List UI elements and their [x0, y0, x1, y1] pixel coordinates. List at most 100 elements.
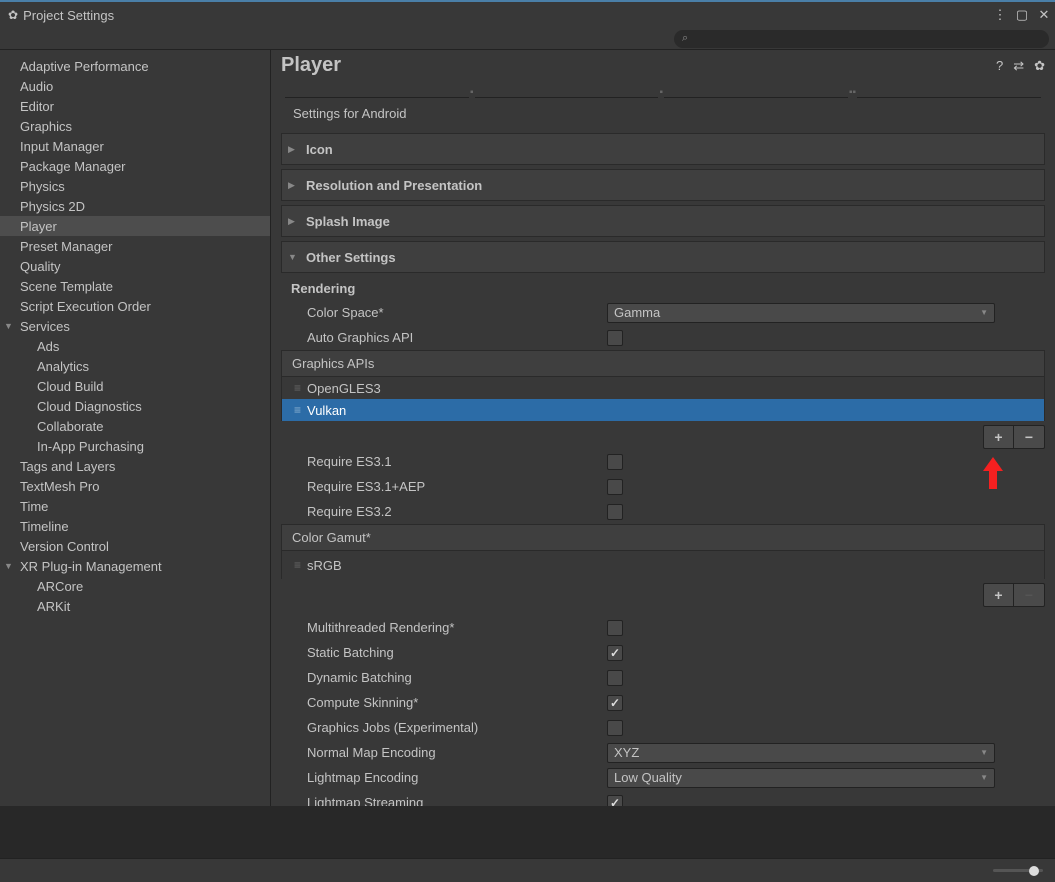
- sidebar-item-label: Quality: [20, 259, 60, 274]
- add-gamut-button[interactable]: +: [984, 584, 1014, 606]
- chevron-down-icon: ▼: [4, 321, 20, 331]
- sidebar-item-quality[interactable]: Quality: [0, 256, 270, 276]
- color-space-label: Color Space*: [307, 305, 607, 320]
- sidebar-item-tags-and-layers[interactable]: Tags and Layers: [0, 456, 270, 476]
- api-label: Vulkan: [307, 403, 346, 418]
- req-es31aep-checkbox[interactable]: [607, 479, 623, 495]
- sidebar-item-services[interactable]: ▼Services: [0, 316, 270, 336]
- color-space-dropdown[interactable]: Gamma ▼: [607, 303, 995, 323]
- req-es31aep-label: Require ES3.1+AEP: [307, 479, 607, 494]
- sidebar-item-script-execution-order[interactable]: Script Execution Order: [0, 296, 270, 316]
- req-es32-checkbox[interactable]: [607, 504, 623, 520]
- settings-icon[interactable]: ✿: [1034, 58, 1045, 74]
- sidebar-item-label: Time: [20, 499, 48, 514]
- annotation-arrow: [983, 457, 1003, 492]
- sidebar-item-cloud-diagnostics[interactable]: Cloud Diagnostics: [0, 396, 270, 416]
- sidebar-item-preset-manager[interactable]: Preset Manager: [0, 236, 270, 256]
- sidebar-item-in-app-purchasing[interactable]: In-App Purchasing: [0, 436, 270, 456]
- rendering-heading: Rendering: [281, 277, 1045, 300]
- console-strip: [0, 806, 1055, 858]
- maximize-icon[interactable]: ▢: [1015, 8, 1029, 22]
- lightmap-enc-dropdown[interactable]: Low Quality ▼: [607, 768, 995, 788]
- gamut-list-item[interactable]: ≡ sRGB: [281, 551, 1045, 579]
- dynamic-batching-checkbox[interactable]: [607, 670, 623, 686]
- sidebar-item-label: Graphics: [20, 119, 72, 134]
- sidebar-item-scene-template[interactable]: Scene Template: [0, 276, 270, 296]
- normal-map-dropdown[interactable]: XYZ ▼: [607, 743, 995, 763]
- zoom-thumb[interactable]: [1029, 866, 1039, 876]
- chevron-down-icon: ▼: [288, 252, 306, 262]
- graphics-jobs-label: Graphics Jobs (Experimental): [307, 720, 607, 735]
- sidebar-item-input-manager[interactable]: Input Manager: [0, 136, 270, 156]
- sidebar-item-package-manager[interactable]: Package Manager: [0, 156, 270, 176]
- sidebar-item-label: Physics 2D: [20, 199, 85, 214]
- zoom-slider[interactable]: [993, 869, 1043, 872]
- lightmap-stream-label: Lightmap Streaming: [307, 795, 607, 806]
- menu-icon[interactable]: ⋮: [993, 8, 1007, 22]
- multithreaded-checkbox[interactable]: [607, 620, 623, 636]
- normal-map-label: Normal Map Encoding: [307, 745, 607, 760]
- search-input[interactable]: ⌕: [674, 30, 1049, 48]
- zoom-strip: [0, 858, 1055, 882]
- req-es32-label: Require ES3.2: [307, 504, 607, 519]
- graphics-jobs-checkbox[interactable]: [607, 720, 623, 736]
- chevron-down-icon: ▼: [980, 748, 988, 757]
- sidebar-item-audio[interactable]: Audio: [0, 76, 270, 96]
- preset-icon[interactable]: ⇄: [1013, 58, 1024, 74]
- chevron-down-icon: ▼: [980, 308, 988, 317]
- drag-handle-icon[interactable]: ≡: [294, 558, 299, 572]
- sidebar-item-cloud-build[interactable]: Cloud Build: [0, 376, 270, 396]
- chevron-right-icon: ▶: [288, 216, 306, 227]
- chevron-right-icon: ▶: [288, 180, 306, 191]
- sidebar-item-arcore[interactable]: ARCore: [0, 576, 270, 596]
- compute-skinning-checkbox[interactable]: [607, 695, 623, 711]
- content-header: Player ? ⇄ ✿: [271, 50, 1055, 87]
- api-label: OpenGLES3: [307, 381, 381, 396]
- static-batching-checkbox[interactable]: [607, 645, 623, 661]
- api-list-item[interactable]: ≡ OpenGLES3: [281, 377, 1045, 399]
- sidebar-item-version-control[interactable]: Version Control: [0, 536, 270, 556]
- search-row: ⌕: [0, 28, 1055, 50]
- sidebar-item-label: Timeline: [20, 519, 69, 534]
- sidebar-item-label: Audio: [20, 79, 53, 94]
- sidebar-item-adaptive-performance[interactable]: Adaptive Performance: [0, 56, 270, 76]
- auto-graphics-checkbox[interactable]: [607, 330, 623, 346]
- add-api-button[interactable]: +: [984, 426, 1014, 448]
- chevron-right-icon: ▶: [288, 144, 306, 155]
- section-splash[interactable]: ▶ Splash Image: [281, 205, 1045, 237]
- sidebar-item-label: Player: [20, 219, 57, 234]
- static-batching-label: Static Batching: [307, 645, 607, 660]
- sidebar-item-arkit[interactable]: ARKit: [0, 596, 270, 616]
- sidebar-item-label: Adaptive Performance: [20, 59, 149, 74]
- sidebar-item-textmesh-pro[interactable]: TextMesh Pro: [0, 476, 270, 496]
- section-resolution[interactable]: ▶ Resolution and Presentation: [281, 169, 1045, 201]
- settings-subtitle: Settings for Android: [281, 98, 1045, 129]
- sidebar-item-physics[interactable]: Physics: [0, 176, 270, 196]
- sidebar-item-label: Input Manager: [20, 139, 104, 154]
- drag-handle-icon[interactable]: ≡: [294, 403, 299, 417]
- api-list-item[interactable]: ≡ Vulkan: [281, 399, 1045, 421]
- sidebar-item-editor[interactable]: Editor: [0, 96, 270, 116]
- sidebar-item-collaborate[interactable]: Collaborate: [0, 416, 270, 436]
- help-icon[interactable]: ?: [996, 58, 1003, 74]
- window-title: Project Settings: [23, 8, 114, 23]
- gamut-label: sRGB: [307, 558, 342, 573]
- sidebar-item-player[interactable]: Player: [0, 216, 270, 236]
- close-icon[interactable]: ✕: [1037, 8, 1051, 22]
- lightmap-stream-checkbox[interactable]: [607, 795, 623, 807]
- lightmap-enc-label: Lightmap Encoding: [307, 770, 607, 785]
- sidebar-item-label: Scene Template: [20, 279, 113, 294]
- section-icon[interactable]: ▶ Icon: [281, 133, 1045, 165]
- req-es31-checkbox[interactable]: [607, 454, 623, 470]
- title-bar: ✿ Project Settings ⋮ ▢ ✕: [0, 0, 1055, 28]
- sidebar-item-timeline[interactable]: Timeline: [0, 516, 270, 536]
- sidebar-item-time[interactable]: Time: [0, 496, 270, 516]
- sidebar-item-xr-plug-in-management[interactable]: ▼XR Plug-in Management: [0, 556, 270, 576]
- section-other[interactable]: ▼ Other Settings: [281, 241, 1045, 273]
- sidebar-item-ads[interactable]: Ads: [0, 336, 270, 356]
- sidebar-item-analytics[interactable]: Analytics: [0, 356, 270, 376]
- sidebar-item-physics-2d[interactable]: Physics 2D: [0, 196, 270, 216]
- drag-handle-icon[interactable]: ≡: [294, 381, 299, 395]
- sidebar-item-graphics[interactable]: Graphics: [0, 116, 270, 136]
- remove-api-button[interactable]: −: [1014, 426, 1044, 448]
